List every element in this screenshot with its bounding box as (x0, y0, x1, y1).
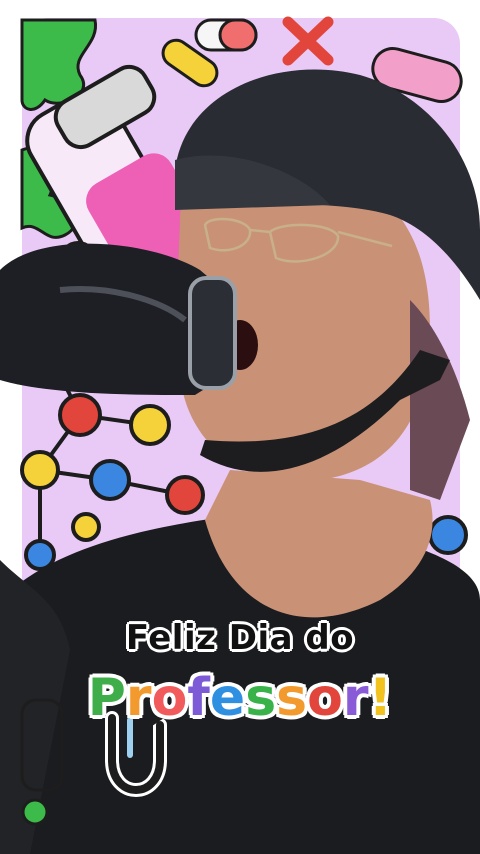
caption-letter: s (245, 668, 277, 728)
caption-letter: r (125, 668, 152, 728)
caption-letter: ! (368, 668, 393, 728)
caption-greeting: Feliz Dia do (125, 618, 355, 658)
caption-letter: o (307, 668, 343, 728)
caption-letter: e (209, 668, 246, 728)
caption-professor: Professor! (0, 668, 480, 728)
caption-letter: r (342, 668, 369, 728)
caption-letter: o (151, 668, 188, 728)
caption-letter: s (276, 668, 308, 728)
caption-letter: f (187, 668, 210, 728)
caption-letter: P (87, 668, 126, 728)
